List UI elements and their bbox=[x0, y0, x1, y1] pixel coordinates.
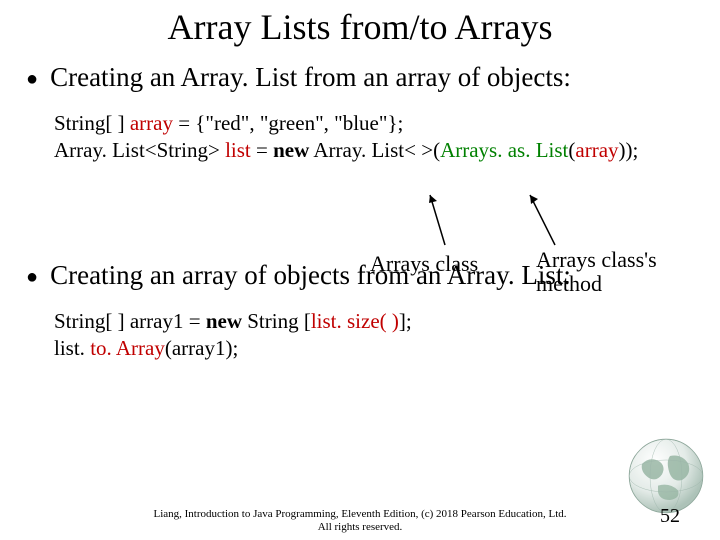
code-text: String[ ] array1 = bbox=[54, 309, 206, 333]
code-text: = { bbox=[173, 111, 205, 135]
bullet-2-text: Creating an array of objects from an Arr… bbox=[50, 260, 571, 291]
annotation-arrays-class: Arrays class bbox=[370, 252, 478, 276]
code-text: )); bbox=[619, 138, 639, 162]
slide: Array Lists from/to Arrays ● Creating an… bbox=[0, 6, 720, 540]
bullet-dot: ● bbox=[26, 262, 38, 292]
code-block-2: String[ ] array1 = new String [list. siz… bbox=[54, 308, 710, 362]
code-keyword: new bbox=[206, 309, 242, 333]
bullet-1-text: Creating an Array. List from an array of… bbox=[50, 62, 571, 93]
code-var: list bbox=[225, 138, 251, 162]
code-text: ]; bbox=[399, 309, 412, 333]
annotation-line2: method bbox=[536, 271, 602, 296]
code-expr: list. size( ) bbox=[311, 309, 399, 333]
bullet-dot: ● bbox=[26, 64, 38, 94]
code2-line2: list. to. Array(array1); bbox=[54, 335, 710, 362]
footer: Liang, Introduction to Java Programming,… bbox=[0, 508, 720, 534]
code-text: }; bbox=[387, 111, 403, 135]
footer-line1: Liang, Introduction to Java Programming,… bbox=[153, 508, 566, 520]
globe-icon bbox=[626, 436, 706, 516]
arrow-to-aslist bbox=[525, 190, 565, 250]
code-method: to. Array bbox=[90, 336, 165, 360]
page-number: 52 bbox=[660, 505, 680, 528]
code-text: Array. List<String> bbox=[54, 138, 225, 162]
bullet-1: ● Creating an Array. List from an array … bbox=[26, 62, 700, 94]
code-block-1: String[ ] array = {"red", "green", "blue… bbox=[54, 110, 710, 164]
code-var: array bbox=[575, 138, 618, 162]
code-text: String[ ] bbox=[54, 111, 130, 135]
footer-line2: All rights reserved. bbox=[318, 521, 403, 533]
code-method: Arrays. as. List bbox=[440, 138, 568, 162]
code-keyword: new bbox=[273, 138, 309, 162]
code-text: String [ bbox=[242, 309, 311, 333]
annotation-arrays-method: Arrays class's method bbox=[536, 248, 657, 296]
code2-line1: String[ ] array1 = new String [list. siz… bbox=[54, 308, 710, 335]
code-text: = bbox=[251, 138, 273, 162]
code-var: array bbox=[130, 111, 173, 135]
code-string: "red", "green", "blue" bbox=[205, 111, 387, 135]
code1-line2: Array. List<String> list = new Array. Li… bbox=[54, 137, 710, 164]
arrow-to-arrays bbox=[425, 190, 455, 250]
annotation-line1: Arrays class's bbox=[536, 247, 657, 272]
code-text: list. bbox=[54, 336, 90, 360]
slide-title: Array Lists from/to Arrays bbox=[0, 6, 720, 48]
code-text: (array1); bbox=[165, 336, 238, 360]
code1-line1: String[ ] array = {"red", "green", "blue… bbox=[54, 110, 710, 137]
code-text: Array. List< >( bbox=[309, 138, 440, 162]
